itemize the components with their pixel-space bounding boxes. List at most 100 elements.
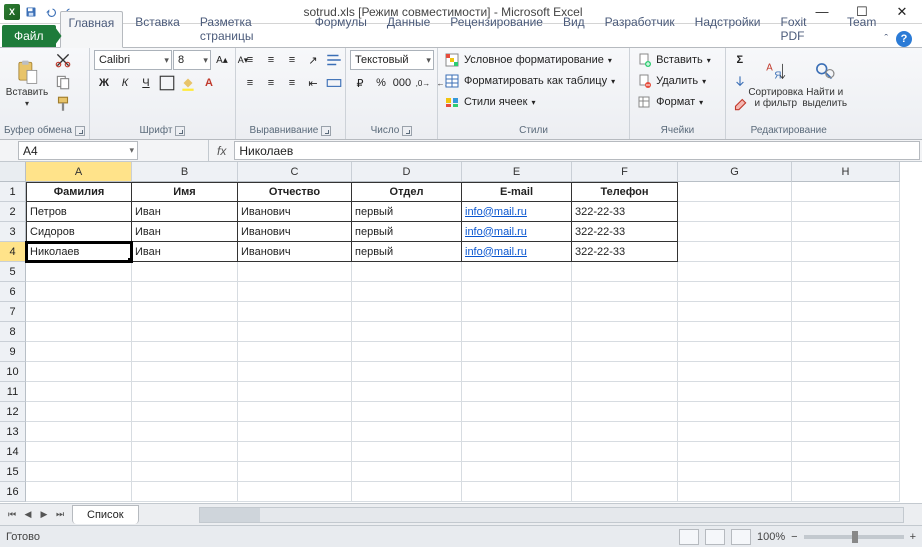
cell[interactable]: 322-22-33 xyxy=(572,242,678,262)
cell[interactable] xyxy=(572,482,678,502)
autosum-button[interactable]: Σ xyxy=(730,50,750,70)
cell[interactable] xyxy=(678,222,792,242)
font-name-combo[interactable]: Calibri xyxy=(94,50,172,70)
tab-вид[interactable]: Вид xyxy=(555,11,593,47)
tab-разработчик[interactable]: Разработчик xyxy=(597,11,683,47)
cell[interactable]: Иванович xyxy=(238,242,352,262)
cell[interactable] xyxy=(26,382,132,402)
help-icon[interactable]: ? xyxy=(896,31,912,47)
ribbon-minimize-icon[interactable]: ˆ xyxy=(884,33,888,45)
column-header[interactable]: F xyxy=(572,162,678,182)
cell[interactable] xyxy=(678,282,792,302)
column-header[interactable]: C xyxy=(238,162,352,182)
number-format-combo[interactable]: Текстовый xyxy=(350,50,434,70)
row-header[interactable]: 4 xyxy=(0,242,26,262)
row-header[interactable]: 9 xyxy=(0,342,26,362)
sheet-tab[interactable]: Список xyxy=(72,505,139,524)
cell[interactable] xyxy=(352,282,462,302)
cell[interactable] xyxy=(792,362,900,382)
currency-button[interactable]: ₽ xyxy=(350,73,370,93)
cell[interactable] xyxy=(26,362,132,382)
page-break-view-button[interactable] xyxy=(731,529,751,545)
cell[interactable] xyxy=(678,182,792,202)
cell[interactable] xyxy=(792,482,900,502)
cell[interactable] xyxy=(26,342,132,362)
font-color-button[interactable]: A xyxy=(199,73,219,93)
cell[interactable]: Иван xyxy=(132,222,238,242)
fill-button[interactable] xyxy=(730,72,750,92)
row-header[interactable]: 8 xyxy=(0,322,26,342)
cell[interactable] xyxy=(132,382,238,402)
cell[interactable] xyxy=(238,282,352,302)
row-header[interactable]: 7 xyxy=(0,302,26,322)
cell[interactable] xyxy=(462,282,572,302)
cell[interactable] xyxy=(238,442,352,462)
cell[interactable] xyxy=(462,382,572,402)
insert-cells-button[interactable]: Вставить▾ xyxy=(634,50,721,70)
cell[interactable] xyxy=(572,342,678,362)
cell[interactable]: Николаев xyxy=(26,242,132,262)
cell[interactable] xyxy=(572,402,678,422)
cell[interactable] xyxy=(792,322,900,342)
cell[interactable] xyxy=(132,282,238,302)
column-header[interactable]: H xyxy=(792,162,900,182)
cell[interactable]: Отчество xyxy=(238,182,352,202)
format-cells-button[interactable]: Формат▾ xyxy=(634,92,713,112)
cell[interactable] xyxy=(352,322,462,342)
cell[interactable] xyxy=(352,342,462,362)
cell[interactable] xyxy=(26,482,132,502)
cell[interactable] xyxy=(792,302,900,322)
cell[interactable] xyxy=(792,262,900,282)
sheet-nav-prev[interactable]: ◀ xyxy=(20,507,36,523)
column-header[interactable]: E xyxy=(462,162,572,182)
cell[interactable]: Сидоров xyxy=(26,222,132,242)
tab-данные[interactable]: Данные xyxy=(379,11,438,47)
bold-button[interactable]: Ж xyxy=(94,73,114,93)
tab-формулы[interactable]: Формулы xyxy=(307,11,375,47)
cell[interactable] xyxy=(572,442,678,462)
cell[interactable]: Фамилия xyxy=(26,182,132,202)
row-header[interactable]: 12 xyxy=(0,402,26,422)
zoom-level[interactable]: 100% xyxy=(757,531,785,543)
cell[interactable] xyxy=(352,482,462,502)
cell[interactable] xyxy=(572,282,678,302)
tab-вставка[interactable]: Вставка xyxy=(127,11,188,47)
cell[interactable] xyxy=(792,462,900,482)
cell[interactable] xyxy=(572,322,678,342)
cell[interactable] xyxy=(352,462,462,482)
cell[interactable] xyxy=(352,362,462,382)
cell[interactable] xyxy=(792,282,900,302)
number-dialog-launcher[interactable] xyxy=(402,126,412,136)
row-header[interactable]: 3 xyxy=(0,222,26,242)
comma-button[interactable]: 000 xyxy=(392,73,412,93)
cell[interactable] xyxy=(132,422,238,442)
cell[interactable] xyxy=(792,382,900,402)
align-center-button[interactable]: ≡ xyxy=(261,73,281,93)
column-header[interactable]: D xyxy=(352,162,462,182)
cell[interactable] xyxy=(462,422,572,442)
cell[interactable] xyxy=(238,402,352,422)
cell[interactable] xyxy=(238,462,352,482)
cell[interactable] xyxy=(462,362,572,382)
cell[interactable]: Отдел xyxy=(352,182,462,202)
cell[interactable] xyxy=(238,262,352,282)
cell[interactable] xyxy=(792,422,900,442)
cell[interactable] xyxy=(238,482,352,502)
cell[interactable] xyxy=(26,302,132,322)
file-tab[interactable]: Файл xyxy=(2,25,56,47)
email-link[interactable]: info@mail.ru xyxy=(462,242,572,262)
cell[interactable]: 322-22-33 xyxy=(572,222,678,242)
align-right-button[interactable]: ≡ xyxy=(282,73,302,93)
zoom-out-button[interactable]: − xyxy=(791,531,797,543)
cell[interactable] xyxy=(352,382,462,402)
cell[interactable] xyxy=(678,202,792,222)
cell[interactable] xyxy=(462,342,572,362)
cut-button[interactable] xyxy=(53,50,73,70)
cell[interactable]: Иванович xyxy=(238,202,352,222)
cell[interactable] xyxy=(238,362,352,382)
delete-cells-button[interactable]: Удалить▾ xyxy=(634,71,716,91)
align-middle-button[interactable]: ≡ xyxy=(261,50,281,70)
cell[interactable] xyxy=(572,362,678,382)
row-header[interactable]: 2 xyxy=(0,202,26,222)
column-header[interactable]: B xyxy=(132,162,238,182)
